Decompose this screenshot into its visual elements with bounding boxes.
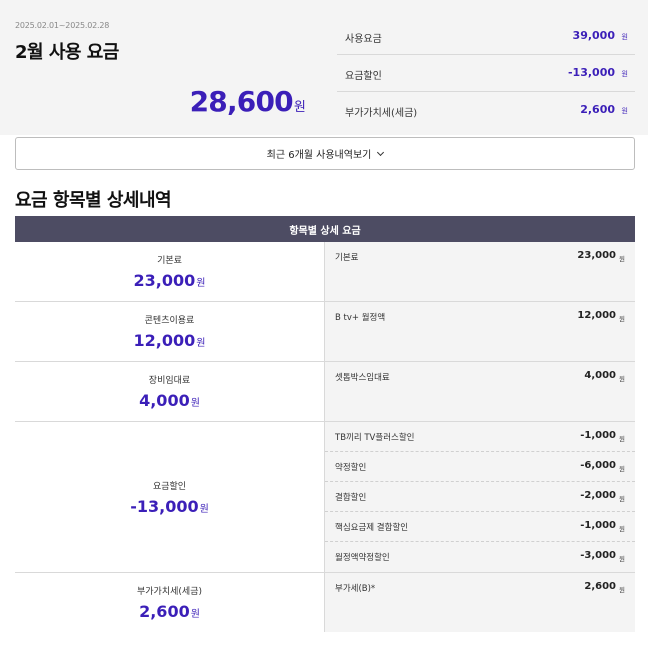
total-amount-value: 28,600 <box>189 85 294 118</box>
item-unit: 원 <box>619 586 625 594</box>
detail-group-equipment-rental: 장비임대료 4,000원 셋톱박스임대료 4,000 원 <box>15 362 635 422</box>
detail-table: 항목별 상세 요금 기본료 23,000원 기본료 23,000 원 콘텐츠이용… <box>15 216 635 632</box>
group-items: TB끼리 TV플러스할인 -1,000 원 약정할인 -6,000 원 결합할인… <box>325 422 635 572</box>
breakdown-label: 사용요금 <box>345 34 382 45</box>
item-unit: 원 <box>619 465 625 473</box>
breakdown-value: 39,000 <box>572 29 615 42</box>
item-label: B tv+ 월정액 <box>335 313 386 323</box>
page-title: 2월 사용 요금 <box>15 42 119 63</box>
group-amount-value: 12,000 <box>133 331 196 350</box>
group-label: 기본료 <box>157 256 182 266</box>
group-summary: 콘텐츠이용료 12,000원 <box>15 302 325 361</box>
chevron-down-icon <box>377 148 385 156</box>
group-amount: 4,000원 <box>139 391 200 410</box>
recent-6-months-history-button[interactable]: 최근 6개월 사용내역보기 <box>15 137 635 170</box>
item-unit: 원 <box>619 315 625 323</box>
detail-item: TB끼리 TV플러스할인 -1,000 원 <box>325 422 635 452</box>
item-value: -6,000 <box>580 460 616 471</box>
breakdown-label: 요금할인 <box>345 71 382 82</box>
total-amount: 28,600원 <box>15 85 306 118</box>
breakdown-value: -13,000 <box>567 66 615 79</box>
item-value: -2,000 <box>580 490 616 501</box>
group-amount-unit: 원 <box>190 398 200 409</box>
item-value: -1,000 <box>580 520 616 531</box>
group-items: 부가세(B)* 2,600 원 <box>325 573 635 632</box>
item-label: 부가세(B)* <box>335 584 376 594</box>
section-title: 요금 항목별 상세내역 <box>15 190 172 211</box>
detail-item: 결합할인 -2,000 원 <box>325 482 635 512</box>
item-label: 결합할인 <box>335 493 367 503</box>
detail-group-basic-fee: 기본료 23,000원 기본료 23,000 원 <box>15 242 635 302</box>
item-unit: 원 <box>619 555 625 563</box>
group-amount-value: 23,000 <box>133 271 196 290</box>
bill-summary: 2025.02.01~2025.02.28 2월 사용 요금 28,600원 사… <box>0 0 648 135</box>
group-summary: 부가가치세(세금) 2,600원 <box>15 573 325 632</box>
item-value: 23,000 <box>577 250 616 261</box>
detail-group-vat: 부가가치세(세금) 2,600원 부가세(B)* 2,600 원 <box>15 573 635 632</box>
item-value: 12,000 <box>577 310 616 321</box>
breakdown-label: 부가가치세(세금) <box>345 108 418 119</box>
item-label: 월정액약정할인 <box>335 553 390 563</box>
item-value: 4,000 <box>584 370 616 381</box>
breakdown-row-usage: 사용요금 39,000 원 <box>337 18 635 55</box>
item-label: 약정할인 <box>335 463 367 473</box>
group-amount-value: 2,600 <box>139 602 190 621</box>
group-summary: 요금할인 -13,000원 <box>15 422 325 572</box>
group-label: 요금할인 <box>152 481 187 492</box>
item-label: 핵심요금제 결합할인 <box>335 523 409 533</box>
detail-item: 부가세(B)* 2,600 원 <box>325 573 635 633</box>
group-summary: 장비임대료 4,000원 <box>15 362 325 421</box>
breakdown-unit: 원 <box>621 107 628 115</box>
group-amount-value: 4,000 <box>139 391 190 410</box>
group-label: 콘텐츠이용료 <box>144 316 195 326</box>
group-amount-unit: 원 <box>196 338 206 349</box>
group-amount-unit: 원 <box>190 609 200 620</box>
detail-item: 셋톱박스임대료 4,000 원 <box>325 362 635 422</box>
group-summary: 기본료 23,000원 <box>15 242 325 301</box>
item-value: -3,000 <box>580 550 616 561</box>
detail-item: 기본료 23,000 원 <box>325 242 635 302</box>
group-items: 셋톱박스임대료 4,000 원 <box>325 362 635 421</box>
item-unit: 원 <box>619 255 625 263</box>
group-amount: 12,000원 <box>134 331 206 350</box>
group-amount-unit: 원 <box>199 503 209 515</box>
item-label: 기본료 <box>335 253 359 263</box>
item-unit: 원 <box>619 435 625 443</box>
item-unit: 원 <box>619 375 625 383</box>
breakdown-unit: 원 <box>621 70 628 78</box>
breakdown-row-vat: 부가가치세(세금) 2,600 원 <box>337 92 635 129</box>
item-label: TB끼리 TV플러스할인 <box>335 433 415 443</box>
group-amount-unit: 원 <box>196 278 206 289</box>
detail-group-discount: 요금할인 -13,000원 TB끼리 TV플러스할인 -1,000 원 약정할인… <box>15 422 635 573</box>
group-amount: 23,000원 <box>134 271 206 290</box>
detail-item: B tv+ 월정액 12,000 원 <box>325 302 635 362</box>
breakdown-value: 2,600 <box>580 103 615 116</box>
group-items: B tv+ 월정액 12,000 원 <box>325 302 635 361</box>
detail-group-content-fee: 콘텐츠이용료 12,000원 B tv+ 월정액 12,000 원 <box>15 302 635 362</box>
group-label: 부가가치세(세금) <box>137 587 202 597</box>
detail-item: 약정할인 -6,000 원 <box>325 452 635 482</box>
billing-period: 2025.02.01~2025.02.28 <box>15 21 110 30</box>
detail-item: 핵심요금제 결합할인 -1,000 원 <box>325 512 635 542</box>
item-value: 2,600 <box>584 581 616 592</box>
summary-breakdown: 사용요금 39,000 원 요금할인 -13,000 원 부가가치세(세금) 2… <box>337 18 635 129</box>
group-amount-value: -13,000 <box>130 496 199 516</box>
item-value: -1,000 <box>580 430 616 441</box>
group-amount: 2,600원 <box>139 602 200 621</box>
detail-item: 월정액약정할인 -3,000 원 <box>325 542 635 572</box>
item-unit: 원 <box>619 525 625 533</box>
breakdown-unit: 원 <box>621 33 628 41</box>
history-button-label: 최근 6개월 사용내역보기 <box>266 150 372 161</box>
group-items: 기본료 23,000 원 <box>325 242 635 301</box>
item-label: 셋톱박스임대료 <box>335 373 390 383</box>
group-amount: -13,000원 <box>130 497 209 516</box>
breakdown-row-discount: 요금할인 -13,000 원 <box>337 55 635 92</box>
detail-table-header: 항목별 상세 요금 <box>15 216 635 242</box>
total-amount-unit: 원 <box>293 100 306 115</box>
group-label: 장비임대료 <box>148 376 191 386</box>
item-unit: 원 <box>619 495 625 503</box>
